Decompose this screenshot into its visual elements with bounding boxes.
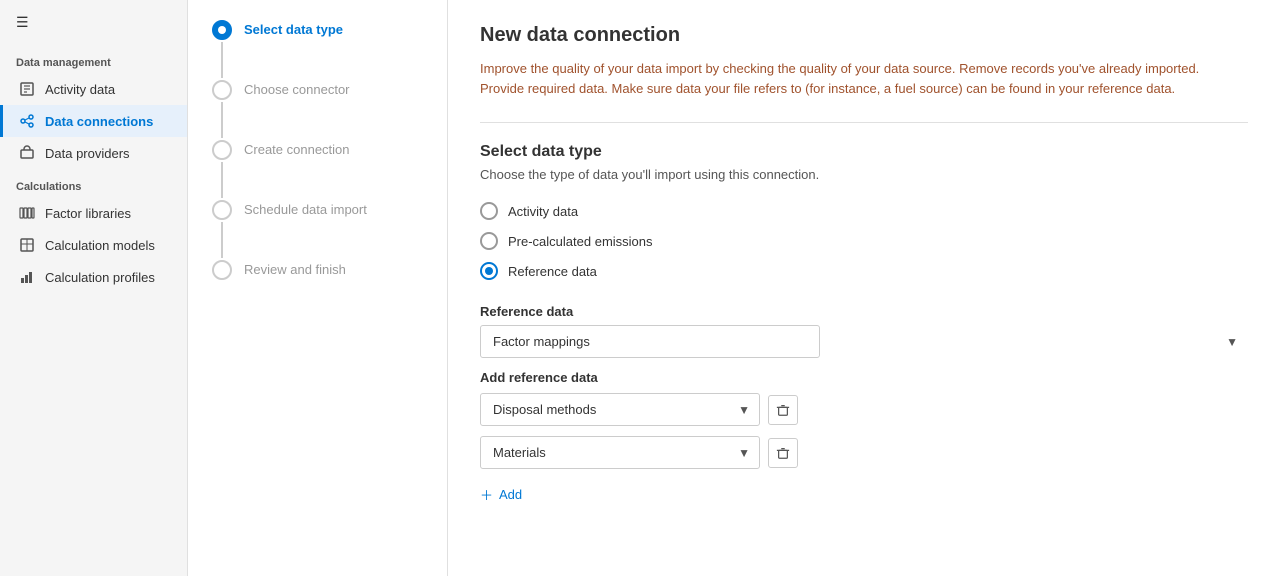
step-label-2: Choose connector bbox=[244, 80, 350, 97]
ref-row-2: Disposal methods Materials Units ▼ bbox=[480, 436, 1248, 469]
step-circle-5 bbox=[212, 260, 232, 280]
ref-dropdown-wrapper-1: Disposal methods Materials Units ▼ bbox=[480, 393, 760, 426]
ref-dropdown-1[interactable]: Disposal methods Materials Units bbox=[480, 393, 760, 426]
stepper-panel: Select data type Choose connector Create… bbox=[188, 0, 448, 576]
step-line-4 bbox=[221, 222, 223, 258]
data-providers-icon bbox=[19, 145, 35, 161]
reference-data-dropdown-wrapper: Factor mappings Emissions factors Units … bbox=[480, 325, 1248, 358]
reference-data-dropdown[interactable]: Factor mappings Emissions factors Units bbox=[480, 325, 820, 358]
radio-activity-data[interactable]: Activity data bbox=[480, 202, 1248, 220]
step-label-3: Create connection bbox=[244, 140, 350, 157]
sidebar-item-label: Data connections bbox=[45, 114, 153, 129]
delete-ref-row-2-button[interactable] bbox=[768, 438, 798, 468]
trash-icon-2 bbox=[776, 446, 790, 460]
step-line-1 bbox=[221, 42, 223, 78]
sidebar: ☰ Data management Activity data Data con… bbox=[0, 0, 188, 576]
radio-label-activity: Activity data bbox=[508, 204, 578, 219]
main-content: New data connection Improve the quality … bbox=[448, 0, 1280, 576]
radio-reference-data[interactable]: Reference data bbox=[480, 262, 1248, 280]
data-management-section-label: Data management bbox=[0, 45, 187, 73]
step-circle-4 bbox=[212, 200, 232, 220]
add-button-label: Add bbox=[499, 487, 522, 502]
ref-dropdown-wrapper-2: Disposal methods Materials Units ▼ bbox=[480, 436, 760, 469]
step-line-2 bbox=[221, 102, 223, 138]
step-label-1: Select data type bbox=[244, 20, 343, 37]
section-divider bbox=[480, 122, 1248, 123]
sidebar-item-calculation-profiles[interactable]: Calculation profiles bbox=[0, 261, 187, 293]
radio-label-reference: Reference data bbox=[508, 264, 597, 279]
sidebar-item-activity-data[interactable]: Activity data bbox=[0, 73, 187, 105]
radio-circle-pre-calculated bbox=[480, 232, 498, 250]
sidebar-item-label: Calculation models bbox=[45, 238, 155, 253]
sidebar-item-label: Data providers bbox=[45, 146, 130, 161]
sidebar-item-data-providers[interactable]: Data providers bbox=[0, 137, 187, 169]
calculation-models-icon bbox=[19, 237, 35, 253]
factor-libraries-icon bbox=[19, 205, 35, 221]
sidebar-item-calculation-models[interactable]: Calculation models bbox=[0, 229, 187, 261]
calculation-profiles-icon bbox=[19, 269, 35, 285]
info-text: Improve the quality of your data import … bbox=[480, 59, 1220, 98]
step-circle-3 bbox=[212, 140, 232, 160]
data-connections-icon bbox=[19, 113, 35, 129]
step-label-4: Schedule data import bbox=[244, 200, 367, 217]
step-choose-connector: Choose connector bbox=[212, 80, 423, 140]
activity-data-icon bbox=[19, 81, 35, 97]
step-schedule-data-import: Schedule data import bbox=[212, 200, 423, 260]
hamburger-menu[interactable]: ☰ bbox=[0, 0, 187, 45]
step-review-and-finish: Review and finish bbox=[212, 260, 423, 280]
ref-row-1: Disposal methods Materials Units ▼ bbox=[480, 393, 1248, 426]
step-circle-1 bbox=[212, 20, 232, 40]
step-create-connection: Create connection bbox=[212, 140, 423, 200]
sidebar-item-data-connections[interactable]: Data connections bbox=[0, 105, 187, 137]
step-label-5: Review and finish bbox=[244, 260, 346, 277]
sidebar-item-label: Calculation profiles bbox=[45, 270, 155, 285]
section-desc: Choose the type of data you'll import us… bbox=[480, 167, 1248, 182]
add-reference-data-label: Add reference data bbox=[480, 370, 1248, 385]
ref-dropdown-2[interactable]: Disposal methods Materials Units bbox=[480, 436, 760, 469]
radio-circle-reference bbox=[480, 262, 498, 280]
add-reference-button[interactable]: ＋ Add bbox=[480, 479, 522, 510]
radio-label-pre-calculated: Pre-calculated emissions bbox=[508, 234, 653, 249]
radio-circle-activity bbox=[480, 202, 498, 220]
data-type-radio-group: Activity data Pre-calculated emissions R… bbox=[480, 202, 1248, 280]
step-circle-2 bbox=[212, 80, 232, 100]
section-title: Select data type bbox=[480, 143, 1248, 161]
sidebar-item-label: Activity data bbox=[45, 82, 115, 97]
trash-icon bbox=[776, 403, 790, 417]
step-select-data-type: Select data type bbox=[212, 20, 423, 80]
sidebar-item-factor-libraries[interactable]: Factor libraries bbox=[0, 197, 187, 229]
reference-data-field-label: Reference data bbox=[480, 304, 1248, 319]
delete-ref-row-1-button[interactable] bbox=[768, 395, 798, 425]
sidebar-item-label: Factor libraries bbox=[45, 206, 131, 221]
plus-icon: ＋ bbox=[480, 485, 493, 504]
calculations-section-label: Calculations bbox=[0, 169, 187, 197]
page-title: New data connection bbox=[480, 24, 1248, 47]
hamburger-icon: ☰ bbox=[16, 14, 29, 30]
reference-data-chevron-icon: ▼ bbox=[1226, 335, 1238, 349]
radio-pre-calculated[interactable]: Pre-calculated emissions bbox=[480, 232, 1248, 250]
step-line-3 bbox=[221, 162, 223, 198]
